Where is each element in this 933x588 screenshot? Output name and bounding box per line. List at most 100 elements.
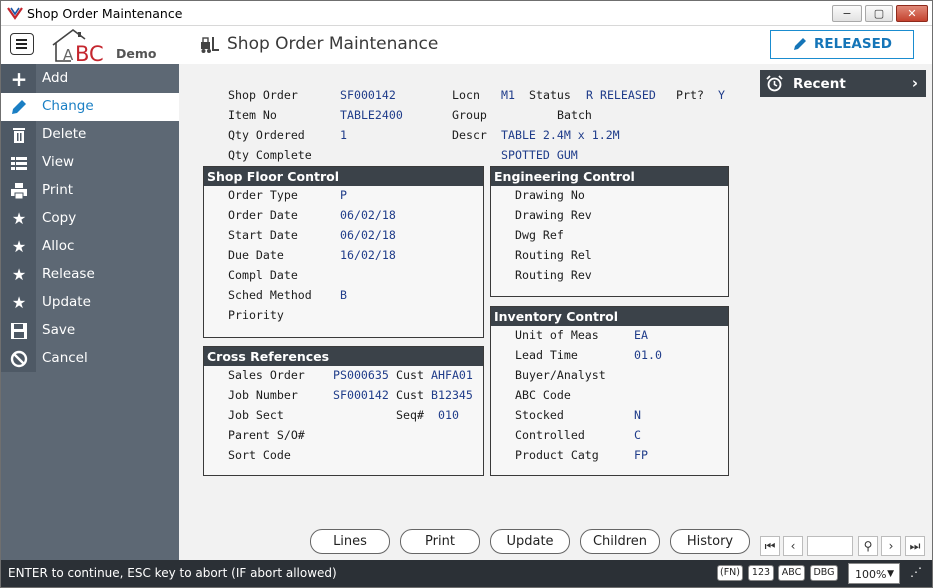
recent-button[interactable]: Recent › bbox=[760, 70, 926, 97]
title-bar: Shop Order Maintenance − ▢ ✕ bbox=[1, 1, 932, 26]
drawing-rev-label: Drawing Rev bbox=[515, 208, 592, 222]
prt-value[interactable]: Y bbox=[718, 88, 725, 102]
debug-indicator[interactable]: DBG bbox=[810, 565, 838, 581]
floppy-icon bbox=[11, 323, 27, 339]
previous-record-button[interactable]: ‹ bbox=[783, 536, 803, 556]
job-number-value[interactable]: SF000142 bbox=[333, 388, 389, 402]
panel-header: Cross References bbox=[204, 347, 483, 366]
num-indicator[interactable]: 123 bbox=[748, 565, 774, 581]
history-button[interactable]: History bbox=[670, 529, 750, 554]
locn-value[interactable]: M1 bbox=[501, 88, 515, 102]
group-label: Group bbox=[452, 108, 487, 122]
released-status-button[interactable]: RELEASED bbox=[770, 30, 914, 59]
minimize-button[interactable]: − bbox=[832, 5, 862, 22]
star-icon: ★ bbox=[11, 237, 27, 256]
panel-header: Engineering Control bbox=[491, 167, 728, 186]
start-date-value[interactable]: 06/02/18 bbox=[340, 228, 396, 242]
zoom-value: 100% bbox=[855, 568, 887, 581]
sched-method-value[interactable]: B bbox=[340, 288, 347, 302]
lead-time-value[interactable]: 01.0 bbox=[634, 348, 662, 362]
sidebar: + Add Change Delete View Print ★ Copy ★ … bbox=[1, 64, 179, 560]
fn-indicator[interactable]: (FN) bbox=[717, 565, 743, 581]
routing-rev-label: Routing Rev bbox=[515, 268, 592, 282]
qty-ordered-value[interactable]: 1 bbox=[340, 128, 347, 142]
sidebar-item-label: Alloc bbox=[42, 238, 75, 254]
sidebar-item-delete[interactable]: Delete bbox=[1, 121, 179, 149]
zoom-select[interactable]: 100% ▼ bbox=[848, 563, 900, 584]
update-button[interactable]: Update bbox=[490, 529, 570, 554]
cust-value[interactable]: AHFA01 bbox=[431, 368, 473, 382]
controlled-label: Controlled bbox=[515, 428, 585, 442]
sched-method-label: Sched Method bbox=[228, 288, 312, 302]
priority-label: Priority bbox=[228, 308, 284, 322]
seq-label: Seq# bbox=[396, 408, 424, 422]
caps-indicator[interactable]: ABC bbox=[778, 565, 805, 581]
descr-line2[interactable]: SPOTTED GUM bbox=[501, 148, 578, 162]
sidebar-item-add[interactable]: + Add bbox=[1, 65, 179, 93]
alarm-clock-icon bbox=[766, 75, 783, 92]
children-button[interactable]: Children bbox=[580, 529, 660, 554]
search-icon: ⚲ bbox=[863, 539, 873, 553]
cust-value[interactable]: B12345 bbox=[431, 388, 473, 402]
chevron-right-icon: › bbox=[888, 539, 894, 553]
last-record-button[interactable]: ⏭ bbox=[905, 536, 925, 556]
seq-value[interactable]: 010 bbox=[438, 408, 459, 422]
lines-button[interactable]: Lines bbox=[310, 529, 390, 554]
sidebar-item-update[interactable]: ★ Update bbox=[1, 289, 179, 317]
resize-grip-icon[interactable]: ⋰ bbox=[910, 565, 926, 581]
sidebar-item-label: Cancel bbox=[42, 350, 88, 366]
star-icon: ★ bbox=[11, 209, 27, 228]
stocked-value[interactable]: N bbox=[634, 408, 641, 422]
product-catg-value[interactable]: FP bbox=[634, 448, 648, 462]
status-message: ENTER to continue, ESC key to abort (IF … bbox=[8, 566, 337, 580]
pencil-icon bbox=[12, 100, 26, 114]
sales-order-value[interactable]: PS000635 bbox=[333, 368, 389, 382]
sidebar-item-print[interactable]: Print bbox=[1, 177, 179, 205]
hamburger-menu-button[interactable] bbox=[10, 33, 34, 55]
order-type-value[interactable]: P bbox=[340, 188, 347, 202]
due-date-value[interactable]: 16/02/18 bbox=[340, 248, 396, 262]
status-value[interactable]: R RELEASED bbox=[586, 88, 656, 102]
status-label: Status bbox=[529, 88, 571, 102]
first-record-button[interactable]: ⏮ bbox=[760, 536, 780, 556]
panel-header: Shop Floor Control bbox=[204, 167, 483, 186]
maximize-button[interactable]: ▢ bbox=[865, 5, 893, 22]
sidebar-item-change[interactable]: Change bbox=[1, 93, 179, 121]
product-catg-label: Product Catg bbox=[515, 448, 599, 462]
group-value[interactable]: Batch bbox=[557, 108, 592, 122]
last-icon: ⏭ bbox=[909, 539, 921, 553]
star-icon: ★ bbox=[11, 293, 27, 312]
sidebar-item-label: Change bbox=[42, 98, 94, 114]
shop-order-label: Shop Order bbox=[228, 88, 298, 102]
sidebar-item-release[interactable]: ★ Release bbox=[1, 261, 179, 289]
close-button[interactable]: ✕ bbox=[896, 5, 928, 22]
released-label: RELEASED bbox=[813, 36, 893, 52]
stocked-label: Stocked bbox=[515, 408, 564, 422]
sidebar-item-label: Save bbox=[42, 322, 76, 338]
search-record-button[interactable]: ⚲ bbox=[858, 536, 878, 556]
sidebar-item-save[interactable]: Save bbox=[1, 317, 179, 345]
unit-of-meas-value[interactable]: EA bbox=[634, 328, 648, 342]
sidebar-item-cancel[interactable]: Cancel bbox=[1, 345, 179, 373]
sidebar-item-view[interactable]: View bbox=[1, 149, 179, 177]
logo-text: BC bbox=[75, 42, 104, 63]
ban-icon bbox=[10, 350, 28, 368]
descr-line1[interactable]: TABLE 2.4M x 1.2M bbox=[501, 128, 620, 142]
recent-label: Recent bbox=[793, 76, 846, 92]
forklift-icon bbox=[201, 37, 219, 53]
sidebar-item-copy[interactable]: ★ Copy bbox=[1, 205, 179, 233]
job-sect-label: Job Sect bbox=[228, 408, 284, 422]
job-number-label: Job Number bbox=[228, 388, 298, 402]
prt-label: Prt? bbox=[676, 88, 704, 102]
compl-date-label: Compl Date bbox=[228, 268, 298, 282]
sidebar-item-alloc[interactable]: ★ Alloc bbox=[1, 233, 179, 261]
panel-header: Inventory Control bbox=[491, 307, 728, 326]
controlled-value[interactable]: C bbox=[634, 428, 641, 442]
next-record-button[interactable]: › bbox=[881, 536, 901, 556]
print-button[interactable]: Print bbox=[400, 529, 480, 554]
order-type-label: Order Type bbox=[228, 188, 298, 202]
shop-order-value[interactable]: SF000142 bbox=[340, 88, 396, 102]
order-date-value[interactable]: 06/02/18 bbox=[340, 208, 396, 222]
record-number-input[interactable] bbox=[807, 536, 853, 556]
item-no-value[interactable]: TABLE2400 bbox=[340, 108, 403, 122]
